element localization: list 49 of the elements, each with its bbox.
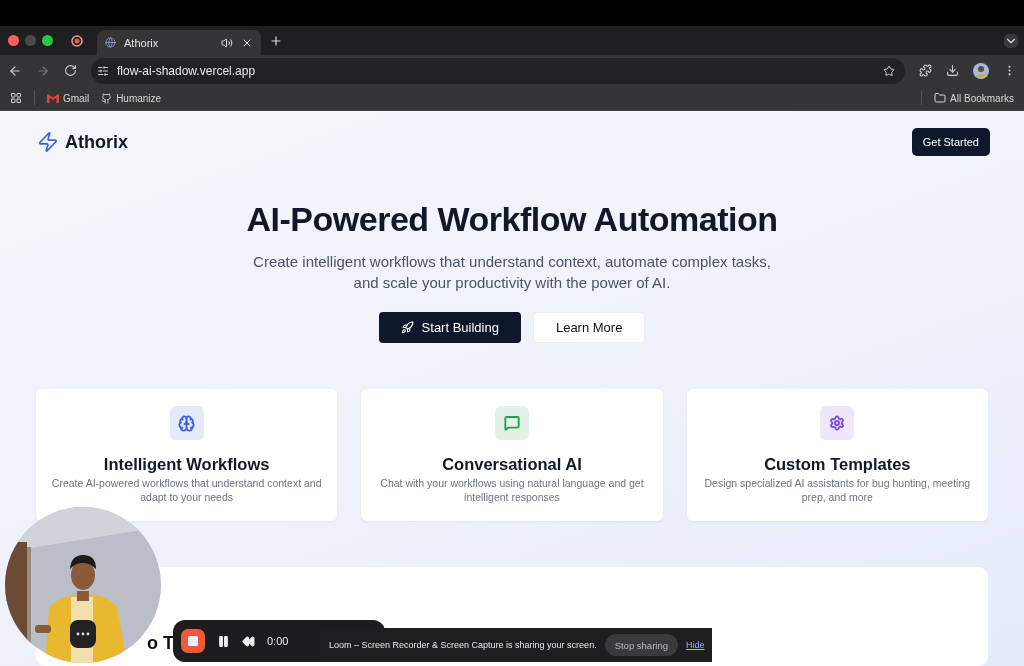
mail-icon [47, 93, 59, 103]
globe-icon [105, 37, 116, 48]
all-bookmarks-link[interactable]: All Bookmarks [934, 92, 1014, 104]
logo-text: Athorix [65, 131, 128, 153]
more-icon [76, 632, 90, 636]
bookmark-link[interactable]: Humanize [101, 92, 162, 104]
close-window-icon[interactable] [8, 35, 19, 46]
rocket-icon [400, 321, 414, 334]
recording-time: 0:00 [267, 635, 289, 647]
hero-subtitle: Create intelligent workflows that understand context, automate complex tasks, and scale your productivity with the power of AI. [252, 252, 772, 293]
more-button[interactable] [70, 620, 96, 648]
new-tab-icon[interactable] [269, 33, 283, 48]
forward-icon[interactable] [36, 63, 50, 78]
feature-description: Chat with your workflows using natural language and get intelligent responses [379, 476, 645, 504]
bookmark-star-icon[interactable] [883, 64, 895, 77]
back-icon[interactable] [8, 63, 22, 78]
hide-link[interactable]: Hide [686, 640, 705, 650]
extensions-icon[interactable] [919, 64, 932, 77]
stop-sharing-button[interactable]: Stop sharing [604, 634, 678, 656]
tab-list-icon[interactable] [1004, 33, 1018, 48]
feature-title: Conversational AI [442, 455, 582, 474]
pause-icon[interactable] [217, 634, 230, 648]
feature-title: Custom Templates [764, 455, 911, 474]
site-settings-icon[interactable] [97, 64, 109, 77]
maximize-window-icon[interactable] [42, 35, 53, 46]
speaker-icon[interactable] [221, 36, 233, 49]
learn-more-button[interactable]: Learn More [532, 312, 646, 343]
apps-icon[interactable] [10, 92, 22, 104]
lightning-icon [37, 131, 59, 153]
download-icon[interactable] [946, 64, 959, 77]
stop-recording-button[interactable] [181, 629, 205, 653]
reload-icon[interactable] [64, 64, 77, 77]
folder-icon [934, 92, 947, 104]
rewind-icon[interactable] [242, 634, 255, 648]
profile-avatar-icon[interactable] [973, 62, 989, 79]
record-icon[interactable] [71, 34, 83, 47]
start-building-button[interactable]: Start Building [378, 312, 521, 343]
address-bar[interactable]: flow-ai-shadow.vercel.app [91, 57, 905, 84]
bookmark-link[interactable]: Gmail [47, 92, 90, 104]
section-heading: o T [147, 633, 174, 654]
browser-tab[interactable]: Athorix [97, 30, 261, 55]
hero-title: AI-Powered Workflow Automation [246, 200, 778, 239]
github-icon [101, 92, 113, 104]
feature-title: Intelligent Workflows [103, 455, 270, 474]
sharing-message: Loom – Screen Recorder & Screen Capture is sharing your screen. [329, 640, 597, 650]
stop-icon [188, 636, 198, 646]
feature-description: Create AI-powered workflows that understand context and adapt to your needs [50, 476, 323, 504]
get-started-button[interactable]: Get Started [911, 128, 990, 156]
feature-description: Design specialized AI assistants for bug hunting, meeting prep, and more [703, 476, 972, 504]
